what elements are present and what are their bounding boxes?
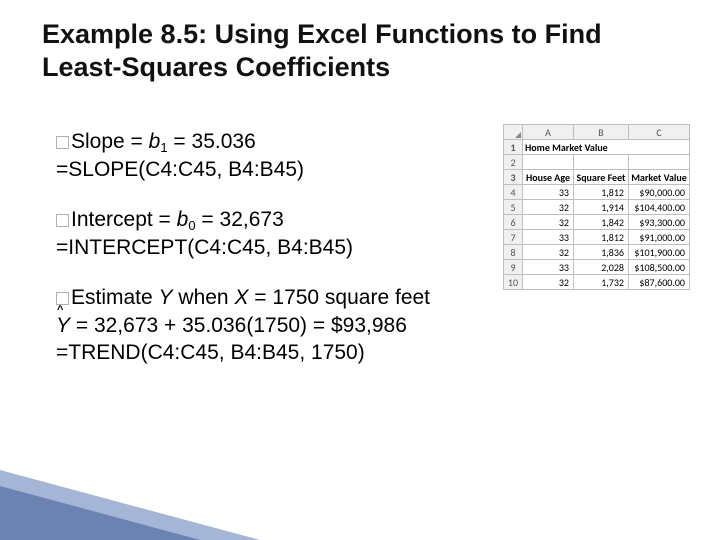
slope-coef-sub: 1 xyxy=(160,140,167,155)
table-row: 10321,732$87,600.00 xyxy=(504,275,690,290)
cell: 32 xyxy=(523,245,574,260)
col-label: Market Value xyxy=(629,170,690,185)
slide-body: Slope = b1 = 35.036 =SLOPE(C4:C45, B4:B4… xyxy=(56,128,446,389)
y-hat: ^Y xyxy=(56,312,70,340)
cell: 33 xyxy=(523,185,574,200)
cell: 1,812 xyxy=(574,230,629,245)
estimate-x-var: X xyxy=(234,286,248,309)
select-all-corner xyxy=(504,125,523,140)
estimate-formula: =TREND(C4:C45, B4:B45, 1750) xyxy=(56,341,365,364)
cell: $87,600.00 xyxy=(629,275,690,290)
table-row: 2 xyxy=(504,155,690,170)
cell: 1,914 xyxy=(574,200,629,215)
table-row: 9332,028$108,500.00 xyxy=(504,260,690,275)
cell: $101,900.00 xyxy=(629,245,690,260)
cell: $104,400.00 xyxy=(629,200,690,215)
cell: 1,836 xyxy=(574,245,629,260)
row-num: 1 xyxy=(504,140,523,155)
square-bullet-icon xyxy=(56,136,69,149)
row-num: 7 xyxy=(504,230,523,245)
intercept-coef-sub: 0 xyxy=(188,218,195,233)
row-num: 8 xyxy=(504,245,523,260)
cell: $93,300.00 xyxy=(629,215,690,230)
estimate-label: Estimate xyxy=(71,286,153,309)
estimate-eq: = 32,673 + 35.036(1750) = $93,986 xyxy=(70,314,407,337)
intercept-block: Intercept = b0 = 32,673 =INTERCEPT(C4:C4… xyxy=(56,206,446,262)
row-num: 10 xyxy=(504,275,523,290)
intercept-formula: =INTERCEPT(C4:C45, B4:B45) xyxy=(56,236,353,259)
sheet-title-cell: Home Market Value xyxy=(523,140,690,155)
cell: $108,500.00 xyxy=(629,260,690,275)
table-row: 7331,812$91,000.00 xyxy=(504,230,690,245)
col-label: House Age xyxy=(523,170,574,185)
square-bullet-icon xyxy=(56,214,69,227)
col-a-header: A xyxy=(523,125,574,140)
row-num: 2 xyxy=(504,155,523,170)
cell: 2,028 xyxy=(574,260,629,275)
row-num: 6 xyxy=(504,215,523,230)
slope-value: 35.036 xyxy=(192,130,256,153)
hat-icon: ^ xyxy=(57,303,63,318)
cell: 1,812 xyxy=(574,185,629,200)
col-header-row: A B C xyxy=(504,125,690,140)
row-num: 5 xyxy=(504,200,523,215)
decorative-triangle xyxy=(0,486,200,540)
col-label: Square Feet xyxy=(574,170,629,185)
slide: Example 8.5: Using Excel Functions to Fi… xyxy=(0,0,720,540)
cell: 1,842 xyxy=(574,215,629,230)
slide-title: Example 8.5: Using Excel Functions to Fi… xyxy=(42,18,682,84)
estimate-xval: = 1750 square feet xyxy=(248,286,430,309)
table-row: 1 Home Market Value xyxy=(504,140,690,155)
row-num: 3 xyxy=(504,170,523,185)
slope-coef-sym: b xyxy=(149,130,161,153)
cell: 1,732 xyxy=(574,275,629,290)
row-num: 4 xyxy=(504,185,523,200)
table-row: 4331,812$90,000.00 xyxy=(504,185,690,200)
row-num: 9 xyxy=(504,260,523,275)
estimate-block: Estimate Y when X = 1750 square feet ^Y … xyxy=(56,284,446,367)
excel-table: A B C 1 Home Market Value 2 3 House Age … xyxy=(503,124,690,290)
col-c-header: C xyxy=(629,125,690,140)
slope-label: Slope xyxy=(71,130,125,153)
table-row: 6321,842$93,300.00 xyxy=(504,215,690,230)
slope-block: Slope = b1 = 35.036 =SLOPE(C4:C45, B4:B4… xyxy=(56,128,446,184)
cell: $91,000.00 xyxy=(629,230,690,245)
cell: 33 xyxy=(523,260,574,275)
cell: 32 xyxy=(523,275,574,290)
intercept-value: 32,673 xyxy=(220,208,284,231)
estimate-when: when xyxy=(173,286,235,309)
table-row: 8321,836$101,900.00 xyxy=(504,245,690,260)
col-b-header: B xyxy=(574,125,629,140)
intercept-coef-sym: b xyxy=(177,208,189,231)
table-row: 5321,914$104,400.00 xyxy=(504,200,690,215)
cell: 33 xyxy=(523,230,574,245)
table-row: 3 House Age Square Feet Market Value xyxy=(504,170,690,185)
cell: 32 xyxy=(523,215,574,230)
cell: 32 xyxy=(523,200,574,215)
intercept-label: Intercept xyxy=(71,208,153,231)
slope-formula: =SLOPE(C4:C45, B4:B45) xyxy=(56,158,304,181)
cell: $90,000.00 xyxy=(629,185,690,200)
estimate-y-var: Y xyxy=(159,286,173,309)
